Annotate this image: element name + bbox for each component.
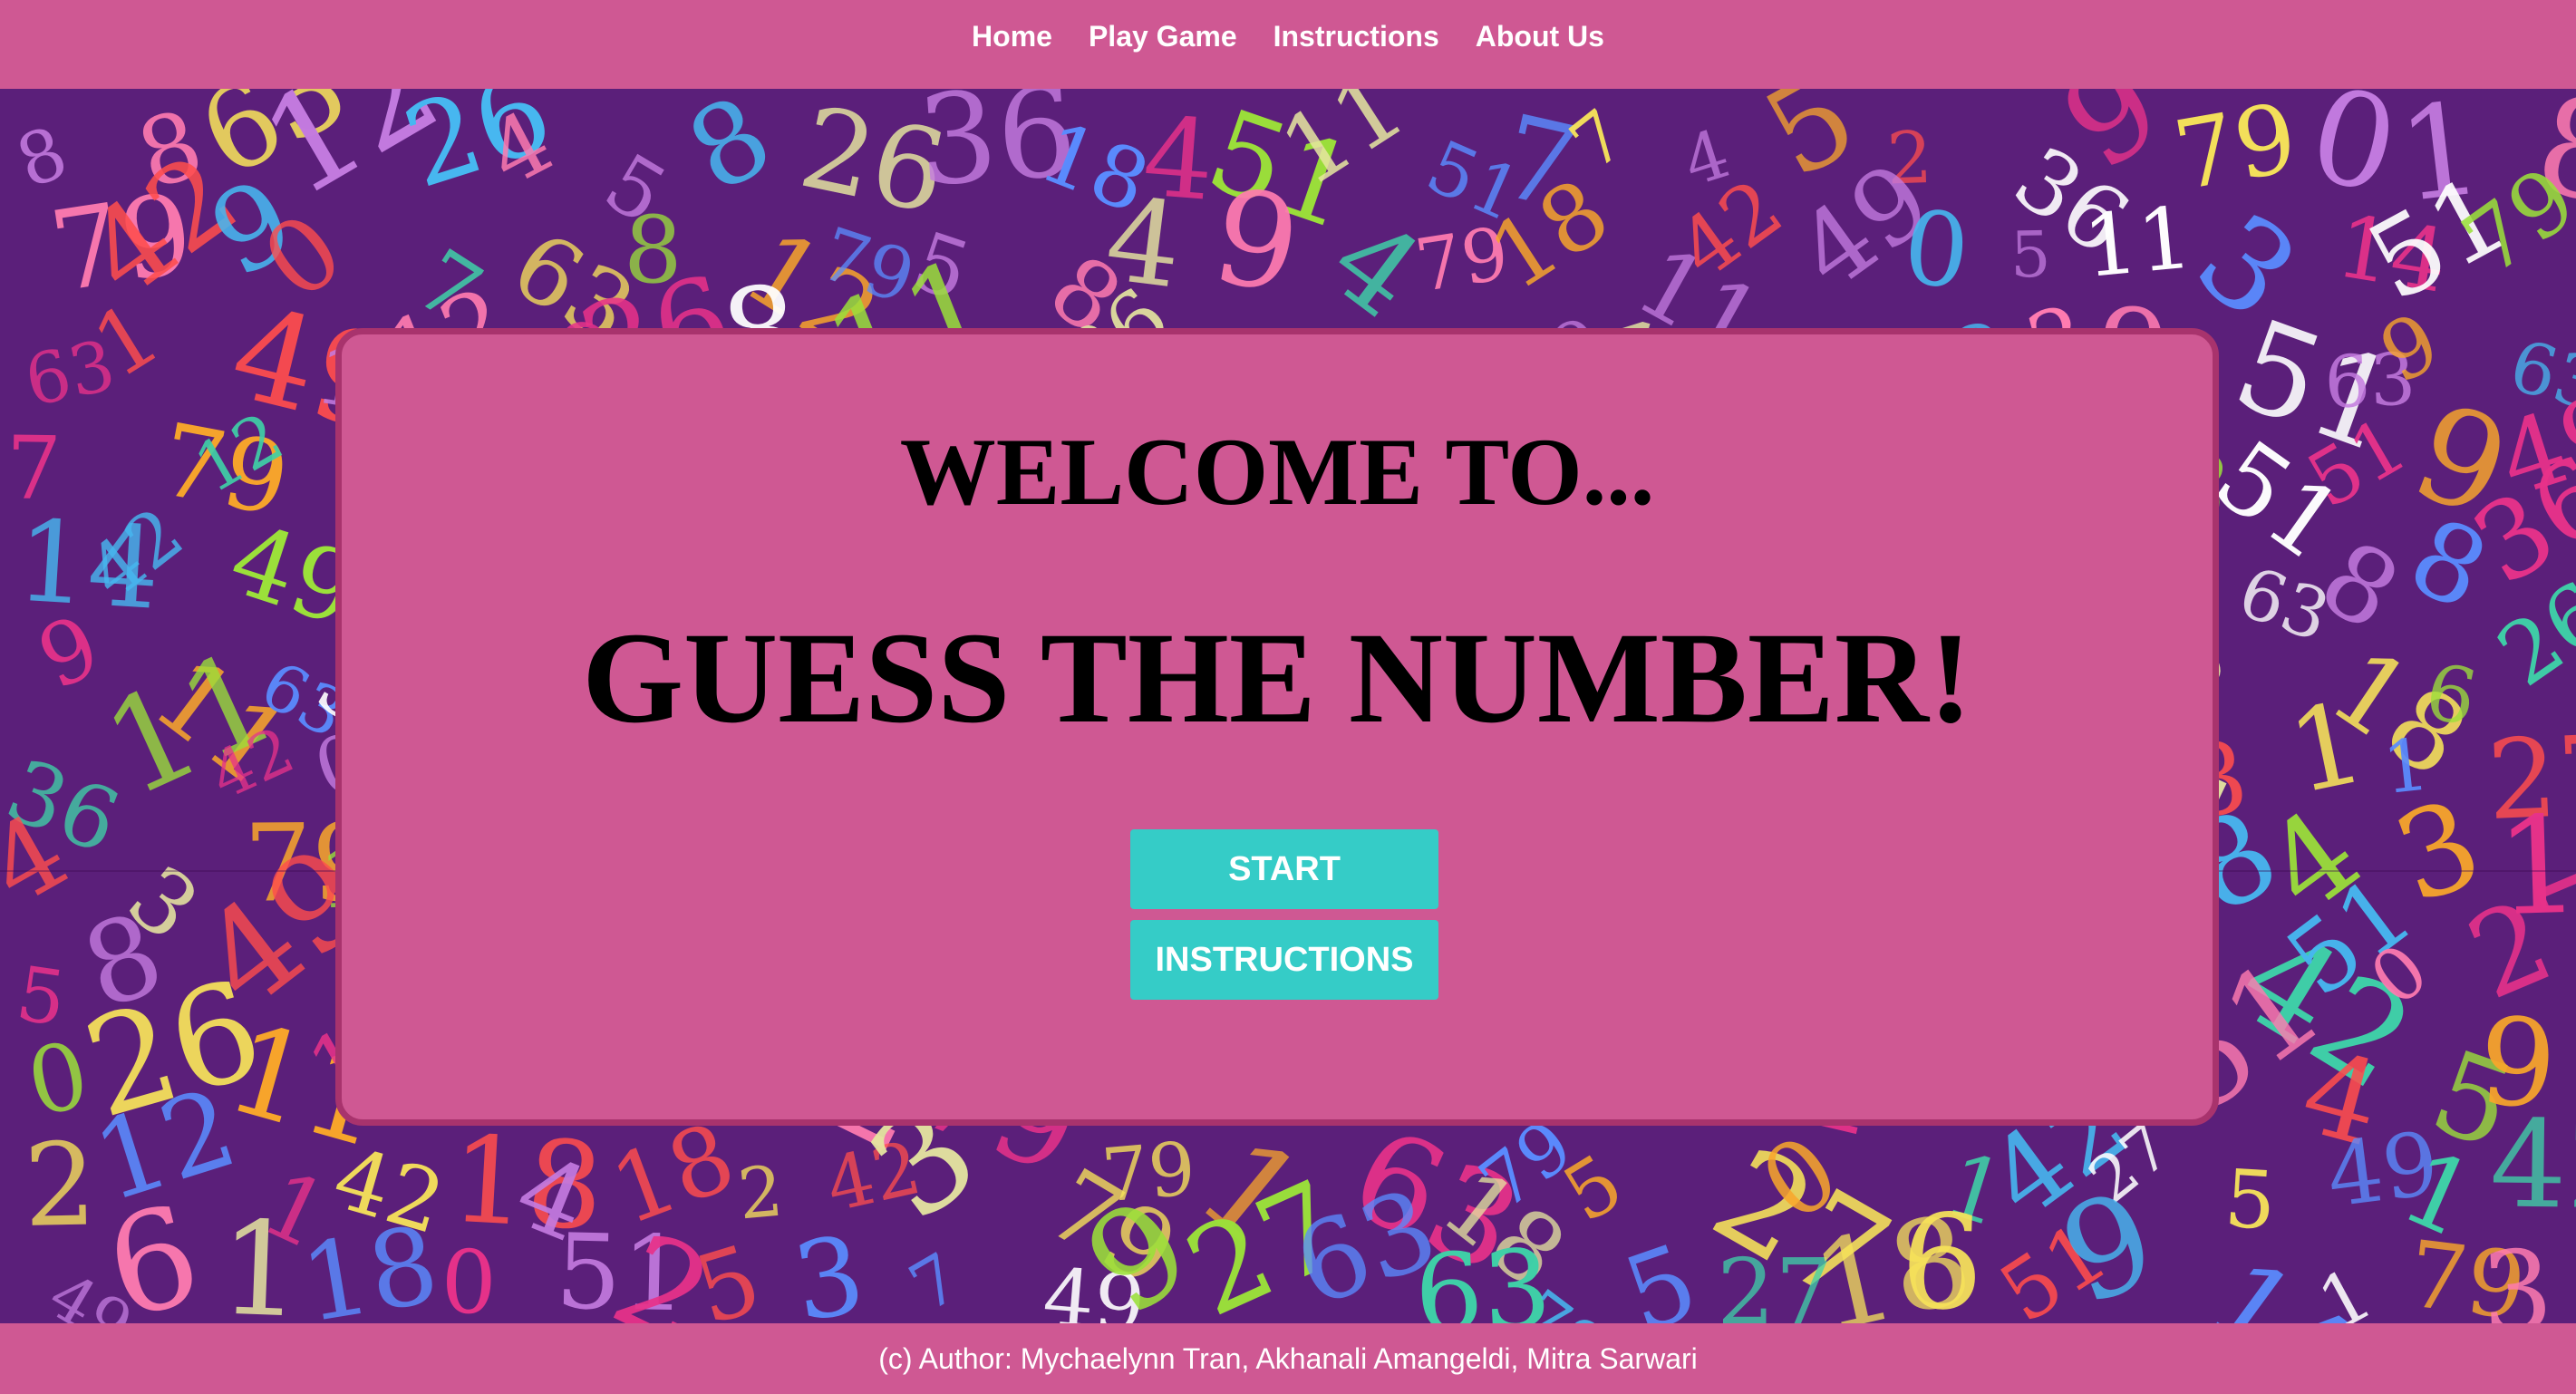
nav-link-home[interactable]: Home (972, 18, 1052, 54)
footer-credits: (c) Author: Mychaelynn Tran, Akhanali Am… (878, 1341, 1698, 1375)
start-button[interactable]: START (1130, 829, 1438, 909)
background-digit: 42 (2489, 1095, 2576, 1236)
background-digit: 5 (1610, 1221, 1711, 1323)
background-digit: 7 (897, 1238, 973, 1323)
top-nav: Home Play Game Instructions About Us (0, 0, 2576, 89)
welcome-heading: WELCOME TO... (899, 419, 1655, 525)
nav-link-about-us[interactable]: About Us (1476, 18, 1604, 54)
background-digit: 2 (23, 1118, 98, 1253)
nav-links: Home Play Game Instructions About Us (972, 18, 1604, 54)
background-digit: 3 (2478, 1226, 2555, 1323)
footer: (c) Author: Mychaelynn Tran, Akhanali Am… (0, 1323, 2576, 1394)
nav-link-play-game[interactable]: Play Game (1089, 18, 1237, 54)
background-digit: 3 (786, 1212, 873, 1323)
background-digit: 1 (217, 1192, 305, 1323)
background-digit: 5 (2009, 218, 2051, 293)
background-digit: 18 (293, 1202, 446, 1323)
background-digit: 5 (2222, 1152, 2278, 1248)
nav-link-instructions[interactable]: Instructions (1273, 18, 1439, 54)
background-digit: 11 (2079, 189, 2196, 297)
welcome-card: WELCOME TO... GUESS THE NUMBER! START IN… (335, 328, 2219, 1126)
background-digit: 0 (441, 1231, 498, 1323)
instructions-button[interactable]: INSTRUCTIONS (1130, 920, 1438, 1000)
background-digit: 0 (1898, 189, 1974, 312)
game-title: GUESS THE NUMBER! (582, 606, 1972, 750)
background-digit: 6 (1898, 1185, 1986, 1323)
background-digit: 2 (735, 1151, 787, 1235)
background-digit: 8 (668, 89, 792, 218)
